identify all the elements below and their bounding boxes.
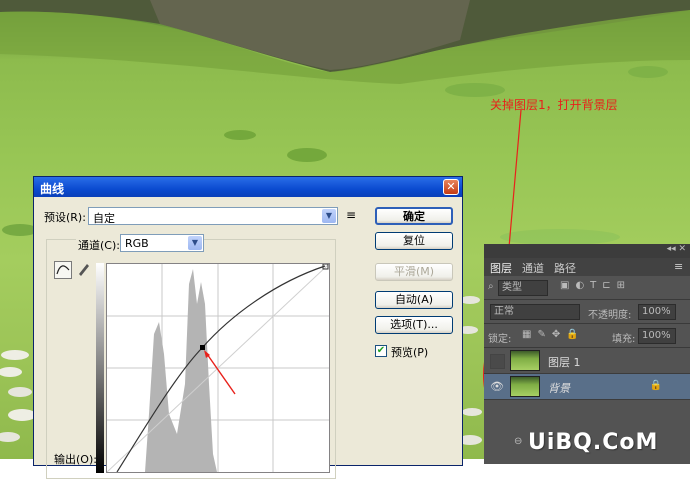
opacity-input[interactable]: 100% xyxy=(638,304,676,320)
curve-point-tool[interactable] xyxy=(54,261,72,279)
ok-button[interactable]: 确定 xyxy=(375,207,453,225)
preset-label: 预设(R): xyxy=(44,211,86,224)
blend-row: 正常 不透明度: 100% xyxy=(484,300,690,324)
search-icon: ⌕ xyxy=(488,281,494,292)
tab-paths[interactable]: 路径 xyxy=(554,260,576,276)
layer-thumbnail xyxy=(510,350,540,371)
preset-options-icon[interactable]: ≡ xyxy=(346,208,356,222)
options-button[interactable]: 选项(T)... xyxy=(375,316,453,334)
preset-value: 自定 xyxy=(93,212,115,225)
layer-row-layer1[interactable]: 图层 1 xyxy=(484,348,690,374)
link-icon[interactable]: ⊖ xyxy=(514,436,522,447)
tab-channels[interactable]: 通道 xyxy=(522,260,544,276)
reset-button[interactable]: 复位 xyxy=(375,232,453,250)
visibility-toggle-off[interactable] xyxy=(490,354,505,369)
layer-name: 背景 xyxy=(548,382,570,395)
curves-graph-svg xyxy=(106,263,330,473)
lock-label: 锁定: xyxy=(488,334,512,345)
curves-dialog: 曲线 ✕ 预设(R): 自定 ▼ ≡ 通道(C): RGB ▼ 输出(O): 确… xyxy=(33,176,463,479)
annotation-text: 关掉图层1，打开背景层 xyxy=(490,98,618,112)
pencil-icon xyxy=(79,264,89,276)
kind-filter-select[interactable]: 类型 xyxy=(498,280,548,296)
watermark: UiBQ.CoM xyxy=(528,430,659,455)
panel-menu-icon[interactable]: ≡ xyxy=(674,260,683,273)
curve-control-point[interactable] xyxy=(200,345,205,350)
curve-tool-icon xyxy=(56,265,70,275)
layer-name: 图层 1 xyxy=(548,356,581,369)
lock-row: 锁定: ▦✎✥🔒 填充: 100% xyxy=(484,324,690,348)
channel-select[interactable]: RGB ▼ xyxy=(120,234,204,252)
lock-icon: 🔒 xyxy=(649,380,662,391)
tab-layers[interactable]: 图层 xyxy=(490,260,512,276)
panel-tabs: 图层 通道 路径 ≡ xyxy=(484,258,690,276)
close-button[interactable]: ✕ xyxy=(443,179,459,195)
dialog-title: 曲线 xyxy=(40,182,65,196)
output-label: 输出(O): xyxy=(54,453,97,466)
layer-thumbnail xyxy=(510,376,540,397)
opacity-label: 不透明度: xyxy=(588,310,632,321)
chevron-down-icon: ▼ xyxy=(322,209,336,223)
preview-label: 预览(P) xyxy=(391,346,429,359)
auto-button[interactable]: 自动(A) xyxy=(375,291,453,309)
eye-icon[interactable]: 👁 xyxy=(490,380,504,393)
channel-value: RGB xyxy=(125,237,149,250)
curves-graph[interactable] xyxy=(106,263,330,473)
pencil-tool[interactable] xyxy=(76,261,94,279)
fill-label: 填充: xyxy=(612,334,636,345)
lock-icons[interactable]: ▦✎✥🔒 xyxy=(522,329,585,340)
fill-input[interactable]: 100% xyxy=(638,328,676,344)
panel-topbar: ◂◂ ✕ xyxy=(484,244,690,258)
filter-icons[interactable]: ▣◐T⊏⊞ xyxy=(560,280,631,291)
dialog-titlebar[interactable]: 曲线 ✕ xyxy=(34,177,462,197)
preview-checkbox[interactable]: ✔ xyxy=(375,345,387,357)
layer-row-background[interactable]: 👁 背景 🔒 xyxy=(484,374,690,400)
histogram xyxy=(145,269,217,472)
blend-mode-select[interactable]: 正常 xyxy=(490,304,580,320)
filter-row: ⌕ 类型 ▣◐T⊏⊞ xyxy=(484,276,690,300)
output-gradient-bar xyxy=(96,263,104,473)
panel-collapse-icon[interactable]: ◂◂ ✕ xyxy=(667,244,686,254)
smooth-button[interactable]: 平滑(M) xyxy=(375,263,453,281)
preset-select[interactable]: 自定 ▼ xyxy=(88,207,338,225)
chevron-down-icon: ▼ xyxy=(188,236,202,250)
channel-label: 通道(C): xyxy=(76,237,122,253)
